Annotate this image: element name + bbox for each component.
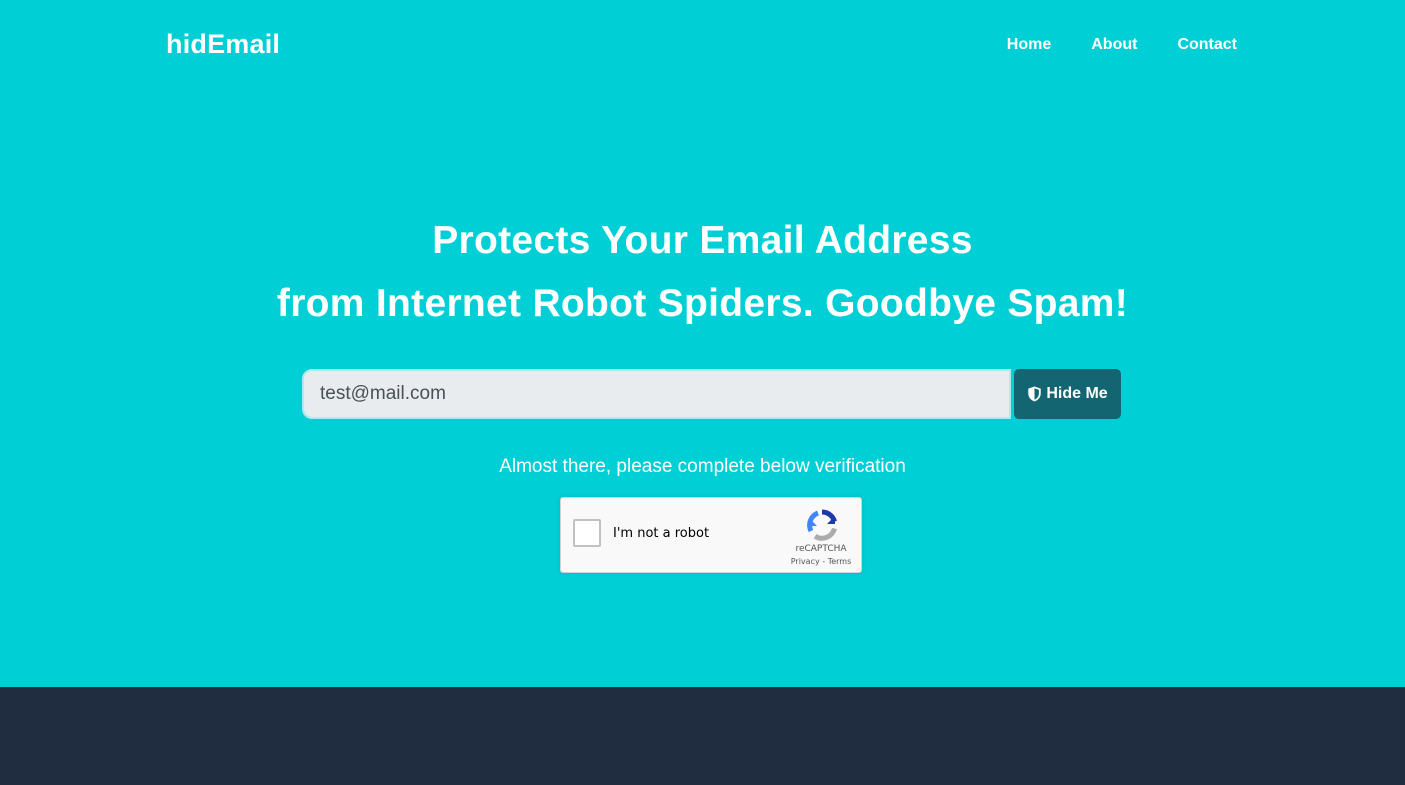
recaptcha-terms-link[interactable]: Terms	[828, 557, 852, 566]
top-nav: Home About Contact	[1007, 35, 1237, 55]
recaptcha-logo-icon	[807, 509, 837, 541]
recaptcha-widget: I'm not a robot reCAPTCHA Privacy - Term…	[560, 497, 862, 573]
footer	[0, 687, 1405, 785]
headline-line-1: Protects Your Email Address	[432, 219, 973, 262]
shield-icon	[1028, 386, 1042, 402]
hero-section: hidEmail Home About Contact Protects You…	[0, 0, 1405, 687]
hide-me-button[interactable]: Hide Me	[1014, 369, 1121, 419]
nav-contact-link[interactable]: Contact	[1177, 35, 1237, 55]
recaptcha-privacy-link[interactable]: Privacy	[791, 557, 820, 566]
recaptcha-checkbox[interactable]	[573, 519, 601, 547]
headline-line-2: from Internet Robot Spiders. Goodbye Spa…	[276, 282, 1129, 325]
recaptcha-label: I'm not a robot	[613, 526, 710, 541]
hide-me-label: Hide Me	[1046, 385, 1108, 402]
brand-logo[interactable]: hidEmail	[166, 29, 280, 60]
email-input[interactable]	[302, 369, 1011, 419]
recaptcha-brand: reCAPTCHA	[795, 544, 847, 554]
recaptcha-link-separator: -	[822, 557, 826, 566]
recaptcha-links: Privacy - Terms	[783, 557, 859, 566]
verification-text: Almost there, please complete below veri…	[499, 456, 906, 477]
nav-about-link[interactable]: About	[1091, 35, 1137, 55]
nav-home-link[interactable]: Home	[1007, 35, 1051, 55]
